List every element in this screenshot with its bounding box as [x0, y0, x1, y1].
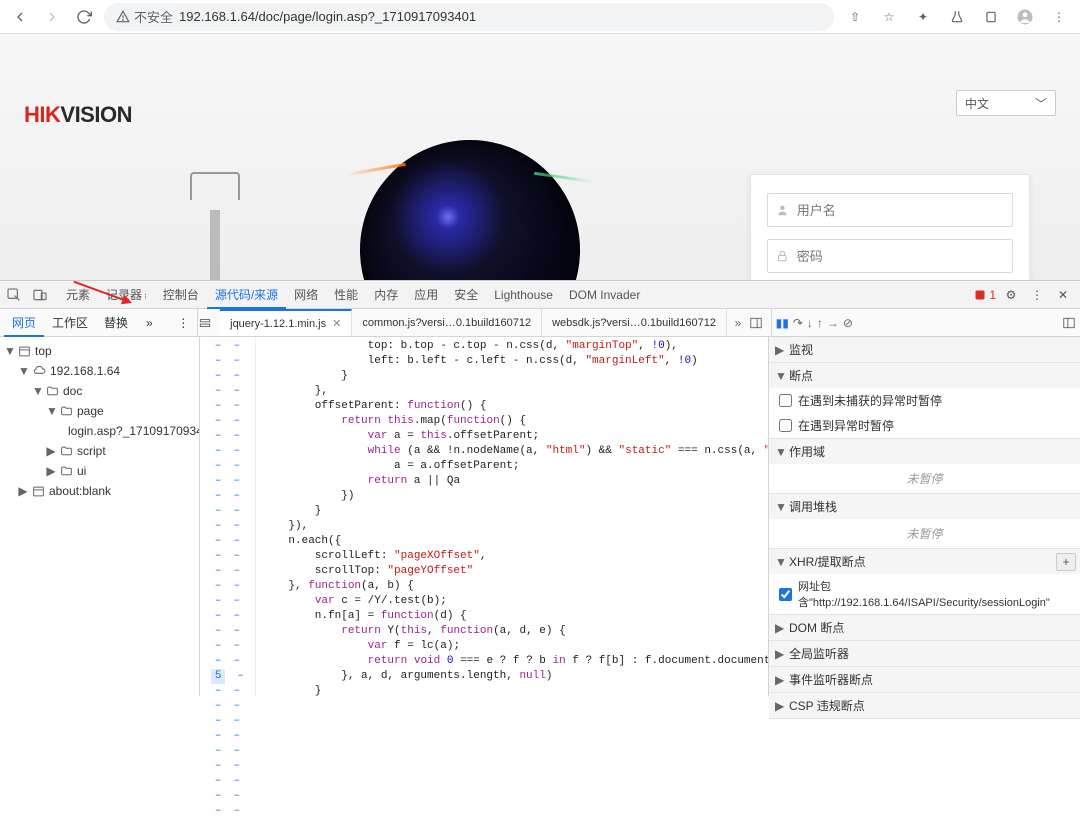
decorative-tower [170, 180, 260, 280]
devtools-tab-DOM Invader[interactable]: DOM Invader [561, 282, 648, 308]
close-icon[interactable]: ✕ [332, 317, 341, 330]
callstack-not-paused: 未暂停 [769, 519, 1080, 548]
code-viewer: ––––––––––––––––––––––––––––––––––––––––… [200, 337, 768, 696]
bp-caught[interactable]: 在遇到异常时暂停 [769, 413, 1080, 438]
debugger-sidebar: ▶监视 ▼断点 在遇到未捕获的异常时暂停 在遇到异常时暂停 ▼作用域 未暂停 ▼… [768, 337, 1080, 696]
page-content: HIKVISION 中文﹀ [0, 34, 1080, 280]
step-over-icon[interactable]: ↷ [793, 316, 803, 330]
step-icon[interactable]: → [827, 316, 839, 330]
tree-node[interactable]: ▼doc [0, 381, 199, 401]
devtools-panel: 元素记录器 ⁝控制台源代码/来源网络性能内存应用安全LighthouseDOM … [0, 280, 1080, 696]
tree-node[interactable]: ▼top [0, 341, 199, 361]
pause-icon[interactable]: ▮▮ [776, 316, 789, 330]
file-tab[interactable]: jquery-1.12.1.min.js✕ [220, 309, 352, 336]
toggle-sidebar-icon[interactable] [749, 316, 771, 330]
tree-node[interactable]: ▼page [0, 401, 199, 421]
devtools-tab-源代码/来源[interactable]: 源代码/来源 [207, 280, 286, 309]
lock-icon [776, 249, 789, 263]
flask-icon[interactable] [944, 4, 970, 30]
error-count[interactable]: 1 [974, 288, 996, 302]
dom-bp-header[interactable]: ▶DOM 断点 [769, 615, 1080, 640]
callstack-header[interactable]: ▼调用堆栈 [769, 494, 1080, 519]
debugger-controls: ▮▮ ↷ ↓ ↑ → ⊘ [771, 309, 1080, 336]
scope-not-paused: 未暂停 [769, 464, 1080, 493]
browser-toolbar: 不安全 192.168.1.64/doc/page/login.asp?_171… [0, 0, 1080, 34]
username-input[interactable] [797, 203, 1004, 218]
address-bar[interactable]: 不安全 192.168.1.64/doc/page/login.asp?_171… [104, 3, 834, 31]
overflow-icon[interactable]: » [138, 310, 161, 336]
extensions-icon[interactable]: ✦ [910, 4, 936, 30]
source-code[interactable]: top: b.top - c.top - n.css(d, "marginTop… [256, 337, 768, 696]
reload-button[interactable] [72, 5, 96, 29]
settings-icon[interactable]: ⚙ [1000, 288, 1022, 302]
sources-subtab-替换[interactable]: 替换 [96, 308, 136, 337]
url-text: 192.168.1.64/doc/page/login.asp?_1710917… [179, 9, 476, 24]
devtools-tab-Lighthouse[interactable]: Lighthouse [486, 282, 561, 308]
share-icon[interactable]: ⇧ [842, 4, 868, 30]
device-toggle-icon[interactable] [32, 287, 54, 303]
file-tree[interactable]: ▼top▼192.168.1.64▼doc▼pagelogin.asp?_171… [0, 337, 200, 696]
devtools-tab-控制台[interactable]: 控制台 [155, 280, 207, 309]
back-button[interactable] [8, 5, 32, 29]
sources-subtab-网页[interactable]: 网页 [4, 308, 44, 337]
decorative-lens [360, 140, 580, 280]
file-tab[interactable]: websdk.js?versi…0.1build160712 [542, 309, 727, 336]
xhr-breakpoints-header[interactable]: ▼XHR/提取断点+ [769, 549, 1080, 574]
step-out-icon[interactable]: ↑ [817, 316, 823, 330]
devtools-tab-内存[interactable]: 内存 [366, 280, 406, 309]
tree-node[interactable]: ▶script [0, 441, 199, 461]
brand-logo: HIKVISION [24, 102, 132, 128]
tree-node[interactable]: ▼192.168.1.64 [0, 361, 199, 381]
collapse-icon[interactable] [1062, 316, 1076, 330]
forward-button[interactable] [40, 5, 64, 29]
close-icon[interactable]: ✕ [1052, 288, 1074, 302]
username-field[interactable] [767, 193, 1013, 227]
insecure-badge: 不安全 [116, 7, 173, 26]
more-vert-icon[interactable]: ⋮ [169, 310, 197, 336]
devtools-tabs: 元素记录器 ⁝控制台源代码/来源网络性能内存应用安全LighthouseDOM … [0, 281, 1080, 309]
event-listeners-header[interactable]: ▶事件监听器断点 [769, 667, 1080, 692]
login-card [750, 174, 1030, 280]
profile-icon[interactable] [1012, 4, 1038, 30]
tree-node[interactable]: login.asp?_1710917093401… [0, 421, 199, 441]
download-icon[interactable] [978, 4, 1004, 30]
password-field[interactable] [767, 239, 1013, 273]
file-tab[interactable]: common.js?versi…0.1build160712 [352, 309, 542, 336]
file-nav-icon[interactable] [198, 316, 220, 330]
devtools-tab-应用[interactable]: 应用 [406, 280, 446, 309]
sources-subbar: 网页工作区替换 » ⋮ jquery-1.12.1.min.js✕common.… [0, 309, 1080, 337]
bp-uncaught[interactable]: 在遇到未捕获的异常时暂停 [769, 388, 1080, 413]
watch-header[interactable]: ▶监视 [769, 337, 1080, 362]
user-icon [776, 203, 789, 217]
language-select[interactable]: 中文﹀ [956, 90, 1056, 116]
password-input[interactable] [797, 249, 1004, 264]
tree-node[interactable]: ▶ui [0, 461, 199, 481]
chevron-down-icon: ﹀ [1035, 95, 1047, 112]
devtools-tab-网络[interactable]: 网络 [286, 280, 326, 309]
bookmark-icon[interactable]: ☆ [876, 4, 902, 30]
menu-icon[interactable]: ⋮ [1046, 4, 1072, 30]
add-xhr-bp-button[interactable]: + [1056, 553, 1076, 571]
overflow-icon[interactable]: » [727, 316, 749, 330]
devtools-tab-安全[interactable]: 安全 [446, 280, 486, 309]
breakpoints-header[interactable]: ▼断点 [769, 363, 1080, 388]
deactivate-breakpoints-icon[interactable]: ⊘ [843, 316, 853, 330]
csp-header[interactable]: ▶CSP 违规断点 [769, 693, 1080, 718]
step-into-icon[interactable]: ↓ [807, 316, 813, 330]
scope-header[interactable]: ▼作用域 [769, 439, 1080, 464]
gutter[interactable]: ––––––––––––––––––––––––––––––––––––––––… [200, 337, 256, 696]
more-icon[interactable]: ⋮ [1026, 288, 1048, 302]
global-listeners-header[interactable]: ▶全局监听器 [769, 641, 1080, 666]
tree-node[interactable]: ▶about:blank [0, 481, 199, 501]
inspect-icon[interactable] [6, 287, 28, 303]
devtools-tab-性能[interactable]: 性能 [326, 280, 366, 309]
sources-subtab-工作区[interactable]: 工作区 [44, 308, 96, 337]
xhr-breakpoint-item[interactable]: 网址包含"http://192.168.1.64/ISAPI/Security/… [769, 574, 1080, 614]
